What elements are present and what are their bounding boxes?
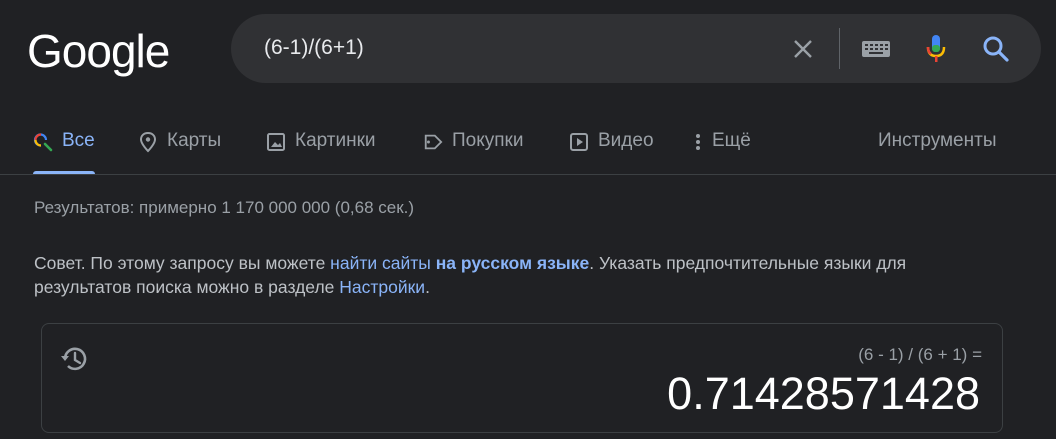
close-icon[interactable] bbox=[788, 34, 818, 64]
image-icon bbox=[266, 132, 286, 152]
tab-more[interactable]: Ещё bbox=[693, 126, 751, 174]
google-logo[interactable]: Google bbox=[27, 24, 170, 78]
calculator-result: 0.71428571428 bbox=[667, 368, 980, 419]
tab-all[interactable]: Все bbox=[33, 126, 95, 174]
tip-link-settings[interactable]: Настройки bbox=[339, 277, 425, 297]
tab-label: Картинки bbox=[295, 130, 376, 151]
tip-suffix: . bbox=[425, 277, 430, 297]
search-tabs: Все Карты Картинки Покупки Видео Ещё Инс… bbox=[0, 126, 1056, 174]
map-pin-icon bbox=[138, 131, 158, 153]
tab-label: Видео bbox=[598, 130, 654, 151]
microphone-icon[interactable] bbox=[921, 34, 951, 64]
calculator-card: (6 - 1) / (6 + 1) = 0.71428571428 bbox=[41, 323, 1003, 433]
tip-link-text: найти сайты bbox=[330, 253, 436, 273]
searchbar-divider bbox=[839, 28, 840, 69]
tools-button[interactable]: Инструменты bbox=[878, 126, 996, 174]
play-icon bbox=[569, 132, 589, 152]
result-stats: Результатов: примерно 1 170 000 000 (0,6… bbox=[34, 198, 415, 217]
more-vert-icon bbox=[693, 132, 703, 152]
tab-images[interactable]: Картинки bbox=[266, 126, 376, 174]
search-icon[interactable] bbox=[981, 34, 1011, 64]
tab-label: Ещё bbox=[712, 130, 751, 151]
tab-label: Все bbox=[62, 130, 95, 151]
calculator-expression: (6 - 1) / (6 + 1) = bbox=[858, 345, 982, 364]
history-icon[interactable] bbox=[58, 342, 92, 376]
search-input[interactable]: (6-1)/(6+1) bbox=[264, 36, 364, 60]
tab-maps[interactable]: Карты bbox=[138, 126, 221, 174]
tab-label: Покупки bbox=[452, 130, 524, 151]
tabs-divider bbox=[0, 174, 1056, 175]
tab-video[interactable]: Видео bbox=[569, 126, 654, 174]
tip-link-bold: на русском языке bbox=[435, 253, 590, 273]
tools-label: Инструменты bbox=[878, 130, 997, 151]
search-bar[interactable]: (6-1)/(6+1) bbox=[231, 14, 1041, 83]
tag-icon bbox=[423, 132, 443, 152]
language-tip: Совет. По этому запросу вы можете найти … bbox=[34, 251, 994, 299]
tip-prefix: Совет. По этому запросу вы можете bbox=[34, 253, 331, 273]
search-icon bbox=[33, 132, 53, 152]
tip-link-russian-sites[interactable]: найти сайты на русском языке bbox=[330, 253, 589, 273]
tab-label: Карты bbox=[167, 130, 222, 151]
tab-shopping[interactable]: Покупки bbox=[423, 126, 523, 174]
keyboard-icon[interactable] bbox=[861, 34, 891, 64]
